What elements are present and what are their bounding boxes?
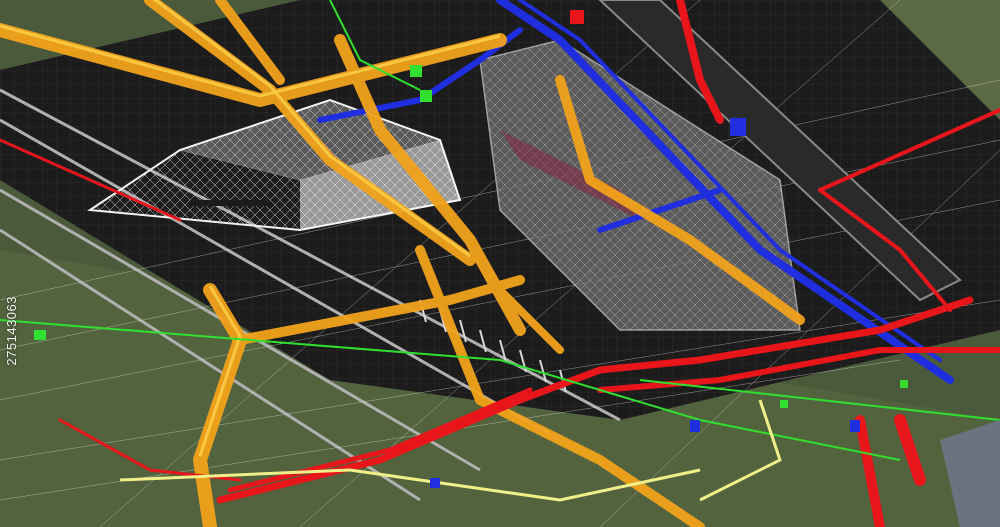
stock-id-watermark: 275143063	[4, 296, 19, 366]
bim-model-drawing	[0, 0, 1000, 527]
bim-render-scene: 275143063	[0, 0, 1000, 527]
